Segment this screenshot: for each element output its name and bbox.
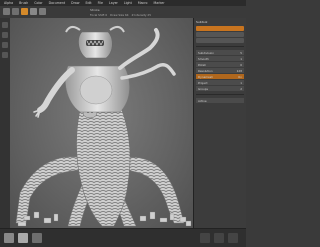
setting-value: On (238, 74, 242, 79)
menu-item[interactable]: Brush (19, 1, 28, 5)
tool-icon[interactable] (2, 42, 8, 48)
setting-row[interactable]: Resolution 128 (196, 68, 244, 73)
brush-settings: Focal Shift 0 Draw Size 64 Z Intensity 2… (90, 13, 151, 17)
setting-label: Groups (198, 86, 208, 91)
texture-icon[interactable] (30, 8, 37, 15)
menu-item[interactable]: Alpha (4, 1, 13, 5)
brush-icon[interactable] (12, 8, 19, 15)
menu-item[interactable]: Draw (71, 1, 79, 5)
tool-icon[interactable] (2, 52, 8, 58)
setting-label: Smooth (198, 56, 209, 61)
setting-label: Dynamesh (198, 74, 213, 79)
setting-label: Subdivision (198, 50, 215, 55)
highlight-row[interactable]: Active (196, 98, 244, 103)
material-icon[interactable] (21, 8, 28, 15)
tool-thumbnail[interactable] (214, 233, 224, 243)
menu-item[interactable]: Edit (85, 1, 91, 5)
menu-item[interactable]: Light (124, 1, 132, 5)
setting-value: 1 (240, 80, 242, 85)
z-intensity-field[interactable]: Z Intensity 25 (132, 13, 151, 17)
setting-row-active[interactable]: Dynamesh On (196, 74, 244, 79)
setting-row[interactable]: Smooth 1 (196, 56, 244, 61)
subtool-button[interactable] (196, 32, 244, 37)
menu-item[interactable]: Color (34, 1, 42, 5)
setting-value: 128 (236, 68, 242, 73)
highlight-label: Active (198, 98, 207, 103)
zbrush-window: Alpha Brush Color Document Draw Edit Fil… (0, 0, 246, 247)
subtool-button[interactable] (196, 38, 244, 43)
setting-value: 0 (240, 62, 242, 67)
alpha-icon[interactable] (39, 8, 46, 15)
tool-thumbnail[interactable] (228, 233, 238, 243)
stroke-label: Stroke (90, 8, 100, 12)
bottom-bar (0, 228, 246, 247)
setting-row[interactable]: Subdivision 5 (196, 50, 244, 55)
setting-label: Polish (198, 62, 207, 67)
color-swatch[interactable] (18, 233, 28, 243)
setting-value: 5 (240, 50, 242, 55)
setting-label: Resolution (198, 68, 213, 73)
color-swatch[interactable] (4, 233, 14, 243)
3d-viewport[interactable] (10, 18, 193, 228)
divider (196, 94, 244, 95)
active-subtool-button[interactable] (196, 26, 244, 31)
divider (196, 46, 244, 47)
focal-shift-field[interactable]: Focal Shift 0 (90, 13, 107, 17)
draw-size-field[interactable]: Draw Size 64 (110, 13, 128, 17)
tool-icon[interactable] (2, 32, 8, 38)
color-swatch[interactable] (32, 233, 42, 243)
brush-icon[interactable] (3, 8, 10, 15)
subtool-panel: Subtool Subdivision 5 Smooth 1 Polish 0 … (193, 18, 246, 228)
setting-value: 1 (240, 56, 242, 61)
menu-item[interactable]: Marker (154, 1, 165, 5)
menu-item[interactable]: Document (49, 1, 66, 5)
setting-label: Project (198, 80, 208, 85)
tool-icon[interactable] (2, 22, 8, 28)
setting-value: 2 (240, 86, 242, 91)
panel-title: Subtool (196, 20, 208, 24)
menu-item[interactable]: Layer (109, 1, 118, 5)
setting-row[interactable]: Project 1 (196, 80, 244, 85)
setting-row[interactable]: Polish 0 (196, 62, 244, 67)
menu-item[interactable]: File (98, 1, 103, 5)
menu-item[interactable]: Macro (138, 1, 148, 5)
sculpt-model (15, 25, 192, 227)
setting-row[interactable]: Groups 2 (196, 86, 244, 91)
tool-thumbnail[interactable] (200, 233, 210, 243)
